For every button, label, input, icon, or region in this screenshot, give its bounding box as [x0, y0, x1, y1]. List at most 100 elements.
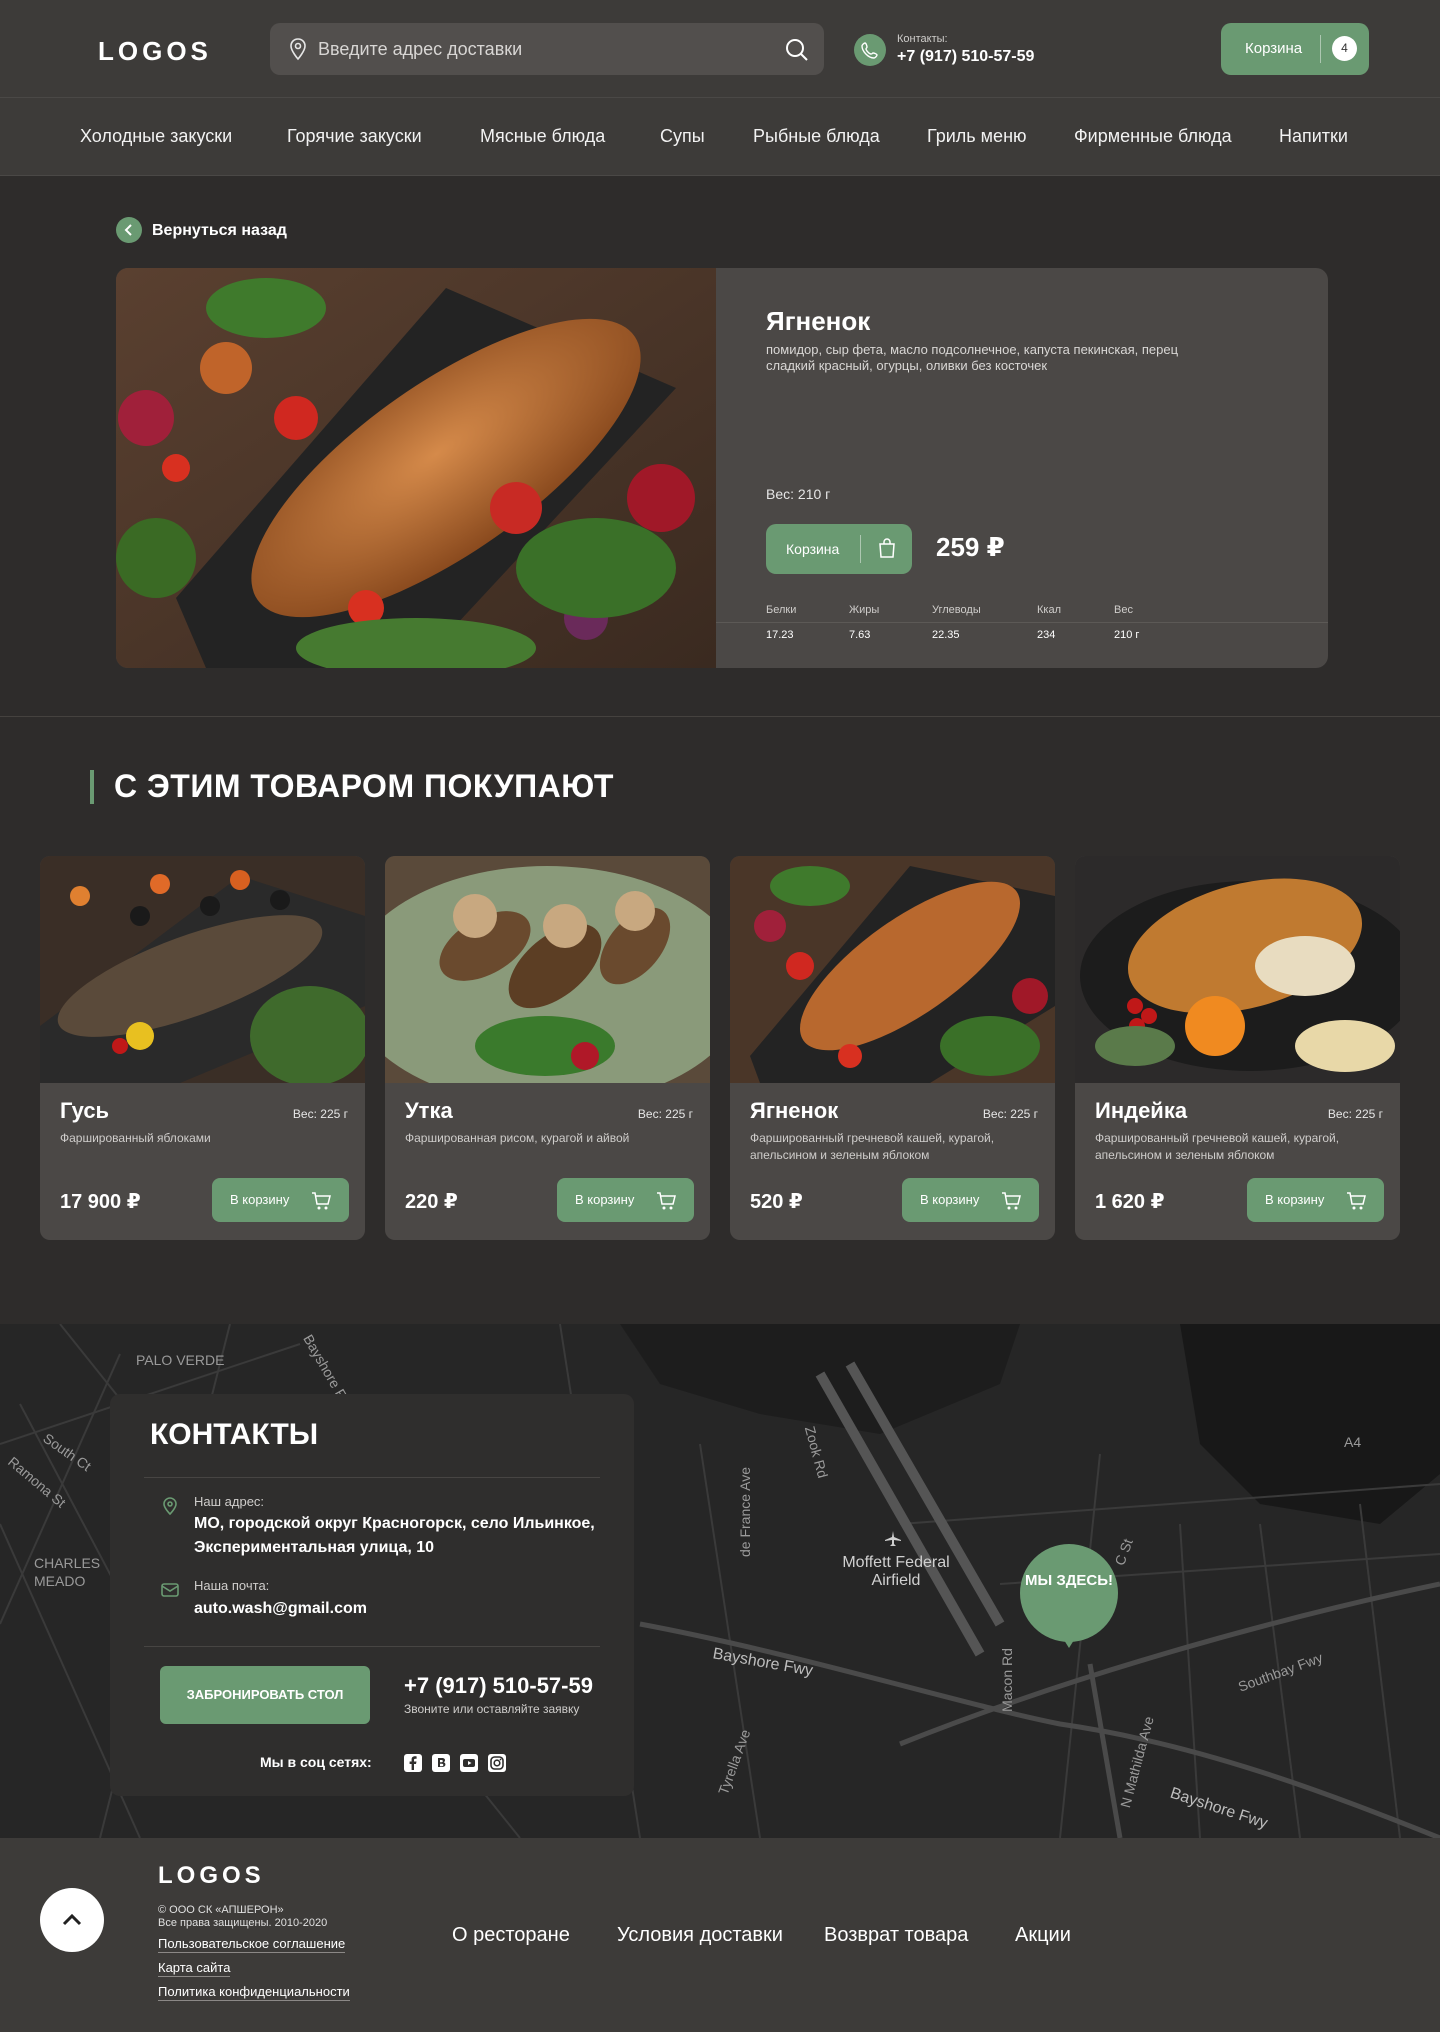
nav-item-hot-appetizers[interactable]: Горячие закуски	[287, 126, 422, 147]
contacts-divider	[144, 1646, 600, 1647]
search-icon[interactable]	[784, 37, 810, 63]
related-product-price: 17 900 ₽	[60, 1191, 141, 1213]
map-marker-label: МЫ ЗДЕСЬ!	[1024, 1572, 1114, 1589]
footer-nav-returns[interactable]: Возврат товара	[824, 1924, 968, 1947]
cart-icon	[1347, 1192, 1366, 1210]
related-product-card[interactable]: Гусь Вес: 225 г Фаршированный яблоками 1…	[40, 856, 365, 1240]
location-pin-icon	[290, 38, 306, 61]
address-value: МО, городской округ Красногорск, село Ил…	[194, 1515, 595, 1556]
nav-item-grill-menu[interactable]: Гриль меню	[927, 126, 1027, 147]
nutrition-label: Вес	[1114, 604, 1133, 616]
nav-item-drinks[interactable]: Напитки	[1279, 126, 1348, 147]
related-product-card[interactable]: Утка Вес: 225 г Фаршированная рисом, кур…	[385, 856, 710, 1240]
footer-nav-about[interactable]: О ресторане	[452, 1924, 570, 1947]
nutrition-value: 210 г	[1114, 629, 1140, 641]
email-label: Наша почта:	[194, 1578, 270, 1593]
email-value[interactable]: auto.wash@gmail.com	[194, 1597, 367, 1621]
airport-icon	[885, 1531, 901, 1546]
map-label: CHARLES MEADO	[34, 1555, 101, 1589]
contact-label: Контакты:	[897, 33, 948, 45]
nav-item-meat-dishes[interactable]: Мясные блюда	[480, 126, 605, 147]
site-header: LOGOS Контакты: +7 (917) 510-57-59 Корзи…	[0, 0, 1440, 98]
nutrition-label: Ккал	[1037, 604, 1061, 616]
related-product-description: Фаршированный гречневой кашей, курагой, …	[750, 1131, 995, 1162]
contacts-phone-note: Звоните или оставляйте заявку	[404, 1702, 580, 1716]
contacts-panel: КОНТАКТЫ Наш адрес: МО, городской округ …	[110, 1394, 634, 1796]
cart-icon	[657, 1192, 676, 1210]
add-to-cart-button[interactable]: В корзину	[902, 1178, 1039, 1222]
related-product-price: 1 620 ₽	[1095, 1191, 1165, 1213]
related-product-card[interactable]: Индейка Вес: 225 г Фаршированный гречнев…	[1075, 856, 1400, 1240]
map-label: A4	[1344, 1434, 1362, 1450]
related-product-image	[40, 856, 365, 1083]
vk-icon[interactable]	[432, 1754, 450, 1772]
cart-button[interactable]: Корзина 4	[1221, 23, 1369, 75]
section-divider	[0, 716, 1440, 717]
map-label: Macon Rd	[998, 1648, 1015, 1712]
instagram-icon[interactable]	[488, 1754, 506, 1772]
footer-copyright: © ООО СК «АПШЕРОН» Все права защищены. 2…	[158, 1904, 328, 1929]
nutrition-value: 22.35	[932, 629, 960, 641]
footer-link-user-agreement[interactable]: Пользовательское соглашение	[158, 1936, 346, 1953]
add-to-cart-button[interactable]: В корзину	[1247, 1178, 1384, 1222]
map-label: PALO VERDE	[136, 1352, 225, 1368]
related-product-name: Гусь	[60, 1098, 110, 1123]
location-pin-icon	[163, 1497, 177, 1516]
related-product-name: Ягненок	[750, 1098, 839, 1123]
nav-item-fish-dishes[interactable]: Рыбные блюда	[753, 126, 880, 147]
contacts-phone[interactable]: +7 (917) 510-57-59	[404, 1673, 593, 1699]
add-to-cart-label: Корзина	[786, 541, 840, 557]
mail-icon	[161, 1583, 179, 1597]
map-marker-pointer	[1059, 1632, 1079, 1648]
facebook-icon[interactable]	[404, 1754, 422, 1772]
nutrition-label: Углеводы	[932, 604, 981, 616]
product-description: помидор, сыр фета, масло подсолнечное, к…	[766, 342, 1179, 373]
chevron-left-icon	[116, 217, 142, 243]
footer-nav-promotions[interactable]: Акции	[1015, 1924, 1071, 1947]
related-product-card[interactable]: Ягненок Вес: 225 г Фаршированный гречнев…	[730, 856, 1055, 1240]
add-to-cart-button[interactable]: Корзина	[766, 524, 912, 574]
back-link-label: Вернуться назад	[152, 222, 287, 239]
related-product-weight: Вес: 225 г	[1327, 1107, 1383, 1121]
add-to-cart-label: В корзину	[575, 1192, 635, 1207]
contacts-divider	[144, 1477, 600, 1478]
related-product-name: Индейка	[1095, 1098, 1188, 1123]
related-section-title: С ЭТИМ ТОВАРОМ ПОКУПАЮТ	[114, 768, 614, 804]
nutrition-label: Жиры	[849, 604, 880, 616]
add-to-cart-label: В корзину	[920, 1192, 980, 1207]
add-to-cart-button[interactable]: В корзину	[212, 1178, 349, 1222]
add-to-cart-label: В корзину	[230, 1192, 290, 1207]
address-search-input[interactable]	[318, 23, 768, 75]
footer-logo[interactable]: LOGOS	[158, 1862, 265, 1890]
youtube-icon[interactable]	[460, 1754, 478, 1772]
phone-icon	[854, 34, 886, 66]
chevron-up-icon	[62, 1913, 82, 1926]
related-product-image	[730, 856, 1055, 1083]
nutrition-value: 7.63	[849, 629, 871, 641]
add-to-cart-button[interactable]: В корзину	[557, 1178, 694, 1222]
footer-nav-delivery[interactable]: Условия доставки	[617, 1924, 783, 1947]
related-product-description: Фаршированный яблоками	[60, 1131, 211, 1145]
logo[interactable]: LOGOS	[98, 36, 212, 67]
nav-item-soups[interactable]: Супы	[660, 126, 705, 147]
map-marker[interactable]: МЫ ЗДЕСЬ!	[1020, 1544, 1118, 1642]
nutrition-divider	[716, 622, 1328, 623]
cart-icon	[1002, 1192, 1021, 1210]
cart-icon	[312, 1192, 331, 1210]
footer-link-privacy-policy[interactable]: Политика конфиденциальности	[158, 1984, 350, 2001]
header-phone[interactable]: +7 (917) 510-57-59	[897, 48, 1034, 66]
product-card: Ягненок помидор, сыр фета, масло подсолн…	[116, 268, 1328, 668]
book-table-button[interactable]: ЗАБРОНИРОВАТЬ СТОЛ	[160, 1666, 370, 1724]
contacts-title: КОНТАКТЫ	[150, 1418, 319, 1451]
related-product-weight: Вес: 225 г	[637, 1107, 693, 1121]
scroll-to-top-button[interactable]	[40, 1888, 104, 1952]
footer-link-sitemap[interactable]: Карта сайта	[158, 1960, 231, 1977]
nav-item-cold-appetizers[interactable]: Холодные закуски	[80, 126, 232, 147]
nav-item-signature-dishes[interactable]: Фирменные блюда	[1074, 126, 1232, 147]
cart-separator	[1320, 35, 1321, 63]
cart-button-label: Корзина	[1245, 40, 1303, 57]
product-image	[116, 268, 716, 668]
related-product-image	[385, 856, 710, 1083]
related-product-weight: Вес: 225 г	[292, 1107, 348, 1121]
nutrition-label: Белки	[766, 604, 797, 616]
